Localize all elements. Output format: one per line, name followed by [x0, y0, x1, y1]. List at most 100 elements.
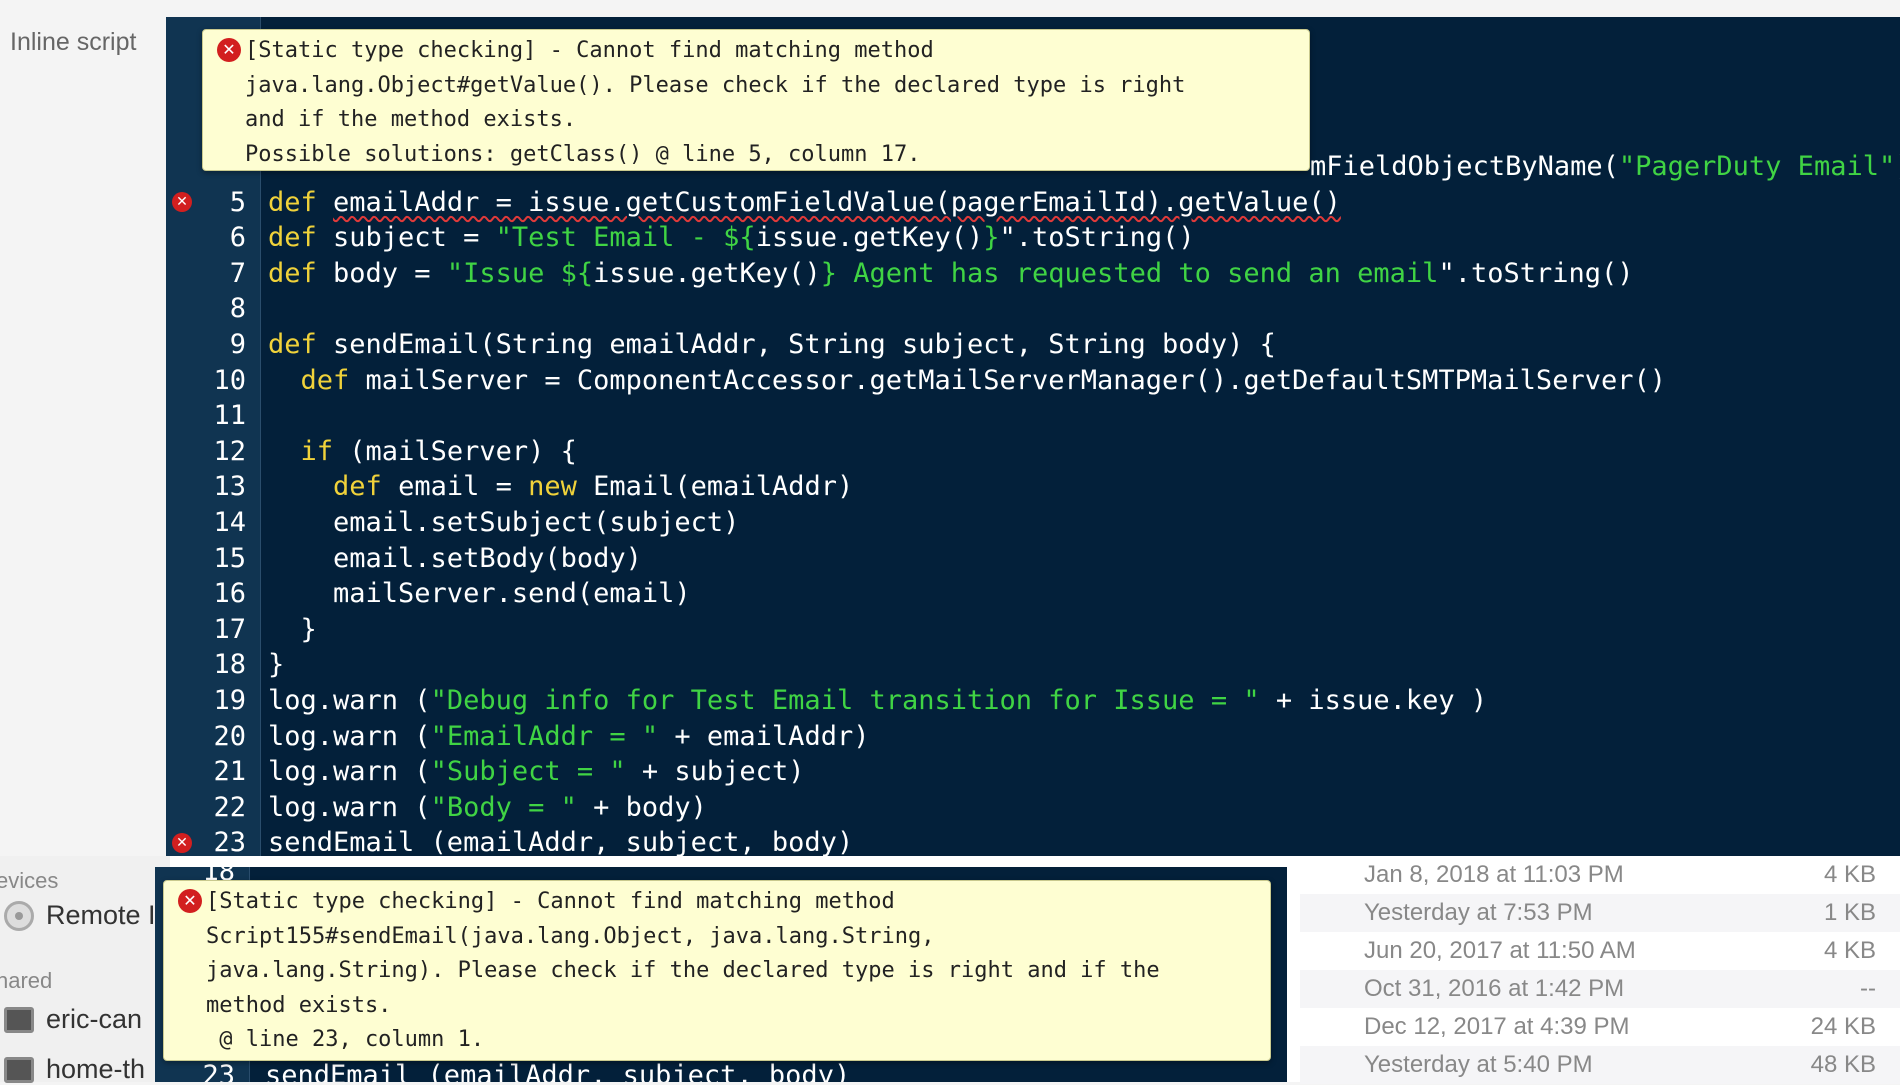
code-text: if (mailServer) {	[300, 435, 577, 467]
file-row[interactable]: Yesterday at 7:53 PM 1 KB	[1300, 894, 1900, 932]
code-text: log.warn ("Subject = " + subject)	[268, 756, 805, 788]
code-line: 22 log.warn ("Body = " + body)	[166, 789, 706, 825]
code-text: def sendEmail(String emailAddr, String s…	[268, 328, 1276, 360]
code-line: 12 if (mailServer) {	[166, 433, 576, 469]
line-number: 21	[213, 756, 246, 788]
code-line: 11	[166, 398, 246, 434]
file-size: 48 KB	[1810, 1051, 1876, 1078]
file-row[interactable]: Oct 31, 2016 at 1:42 PM --	[1300, 970, 1900, 1008]
line-number: 12	[213, 435, 246, 467]
code-line: 20 log.warn ("EmailAddr = " + emailAddr)	[166, 718, 869, 754]
line-number: 13	[213, 471, 246, 503]
inline-script-label: Inline script	[10, 28, 137, 56]
line-number: 10	[213, 364, 246, 396]
tooltip-line: @ line 23, column 1.	[206, 1027, 485, 1052]
file-size: 4 KB	[1823, 861, 1876, 888]
code-text: sendEmail (emailAddr, subject, body)	[265, 1059, 851, 1083]
error-tooltip-line-23: ✕ [Static type checking] - Cannot find m…	[163, 880, 1271, 1061]
code-line: 8	[166, 291, 246, 327]
code-line: 9 def sendEmail(String emailAddr, String …	[166, 326, 1276, 362]
code-text: mailServer.send(email)	[268, 578, 691, 610]
line-number: 20	[213, 720, 246, 752]
file-row[interactable]: Jan 8, 2018 at 11:03 PM 4 KB	[1300, 856, 1900, 894]
sidebar-item-label: home-th	[46, 1054, 146, 1084]
tooltip-line: method exists.	[206, 992, 392, 1018]
code-text: def body = "Issue ${issue.getKey()} Agen…	[268, 257, 1634, 289]
code-text: mFieldObjectByName("PagerDuty Email")	[1310, 150, 1900, 182]
line-number: 15	[213, 542, 246, 574]
code-line: 6 def subject = "Test Email - ${issue.get…	[166, 220, 1195, 256]
code-line: 15 email.setBody(body)	[166, 540, 641, 576]
code-text: email.setBody(body)	[268, 542, 642, 574]
error-icon[interactable]: ✕	[172, 832, 192, 853]
file-size: 1 KB	[1823, 899, 1876, 926]
sidebar-item[interactable]: eric-can	[4, 1004, 142, 1035]
code-text: def emailAddr = issue.getCustomFieldValu…	[268, 186, 1341, 218]
line-number: 7	[229, 257, 246, 289]
line-number: 6	[229, 222, 246, 254]
code-text: def subject = "Test Email - ${issue.getK…	[268, 222, 1195, 254]
line-number: 17	[213, 613, 246, 645]
code-text: }	[268, 613, 317, 645]
code-text: log.warn ("Debug info for Test Email tra…	[268, 684, 1488, 716]
line-number: 14	[213, 506, 246, 538]
tooltip-line: Script155#sendEmail(java.lang.Object, ja…	[206, 923, 935, 949]
code-text: email.setSubject(subject)	[268, 506, 740, 538]
code-line: 14 email.setSubject(subject)	[166, 504, 739, 540]
code-line: 10 def mailServer = ComponentAccessor.ge…	[166, 362, 1666, 398]
line-number: 16	[213, 578, 246, 610]
file-date: Jun 20, 2017 at 11:50 AM	[1364, 937, 1636, 964]
line-number: 9	[229, 328, 246, 360]
sidebar-item-label: eric-can	[46, 1004, 143, 1034]
file-date: Jan 8, 2018 at 11:03 PM	[1364, 861, 1624, 888]
file-size: --	[1860, 975, 1876, 1002]
code-line: 21 log.warn ("Subject = " + subject)	[166, 754, 804, 790]
code-text: log.warn ("EmailAddr = " + emailAddr)	[268, 720, 870, 752]
sidebar-item[interactable]: Remote I	[4, 900, 156, 931]
code-line-partial: mFieldObjectByName("PagerDuty Email")	[1310, 148, 1900, 184]
sidebar-item[interactable]: home-th	[4, 1054, 145, 1085]
file-row[interactable]: Dec 12, 2017 at 4:39 PM 24 KB	[1300, 1008, 1900, 1046]
computer-icon	[4, 1006, 34, 1033]
tooltip-text: [Static type checking] - Cannot find mat…	[206, 885, 1270, 1058]
sidebar-section-header: hared	[0, 968, 53, 993]
code-text: sendEmail (emailAddr, subject, body)	[268, 827, 854, 856]
sidebar-section-header: evices	[0, 868, 59, 893]
line-number: 22	[213, 791, 246, 823]
error-icon: ✕	[178, 889, 202, 913]
tooltip-line: java.lang.Object#getValue(). Please chec…	[245, 72, 1186, 98]
finder-sidebar: evices Remote I hared eric-can home-th	[0, 856, 170, 1085]
tooltip-line: and if the method exists.	[245, 107, 577, 132]
tooltip-line: java.lang.String). Please check if the d…	[206, 958, 1160, 983]
disk-icon	[4, 900, 34, 931]
code-line: 16 mailServer.send(email)	[166, 576, 690, 612]
tooltip-line: [Static type checking] - Cannot find mat…	[206, 889, 895, 914]
computer-icon	[4, 1056, 34, 1083]
code-line: 13 def email = new Email(emailAddr)	[166, 469, 853, 505]
file-date: Dec 12, 2017 at 4:39 PM	[1364, 1013, 1630, 1040]
line-number: 23	[202, 1059, 235, 1083]
file-size: 24 KB	[1810, 1013, 1876, 1040]
code-text: log.warn ("Body = " + body)	[268, 791, 707, 823]
code-line: 17 }	[166, 611, 316, 647]
file-date: Yesterday at 5:40 PM	[1364, 1051, 1593, 1078]
file-row[interactable]: Yesterday at 5:40 PM 48 KB	[1300, 1046, 1900, 1084]
sidebar-item-label: Remote I	[46, 900, 156, 930]
code-text: }	[268, 649, 285, 681]
code-line: ✕ 5 def emailAddr = issue.getCustomFieldVa…	[166, 184, 1341, 220]
code-text: def mailServer = ComponentAccessor.getMa…	[300, 364, 1666, 396]
code-line: 18}	[166, 647, 284, 683]
line-number: 11	[213, 400, 246, 432]
file-row[interactable]: Jun 20, 2017 at 11:50 AM 4 KB	[1300, 932, 1900, 970]
error-icon: ✕	[217, 38, 241, 62]
file-date: Oct 31, 2016 at 1:42 PM	[1364, 975, 1625, 1002]
line-number: 19	[213, 684, 246, 716]
error-icon[interactable]: ✕	[172, 192, 192, 212]
code-text: def email = new Email(emailAddr)	[333, 471, 854, 503]
code-line: 7 def body = "Issue ${issue.getKey()} Age…	[166, 255, 1634, 291]
tooltip-line: Possible solutions: getClass() @ line 5,…	[245, 141, 921, 167]
code-line: ✕ 23 sendEmail (emailAddr, subject, body)	[166, 825, 853, 856]
tooltip-line: [Static type checking] - Cannot find mat…	[245, 38, 934, 63]
line-number: 18	[213, 649, 246, 681]
file-date: Yesterday at 7:53 PM	[1364, 899, 1593, 926]
